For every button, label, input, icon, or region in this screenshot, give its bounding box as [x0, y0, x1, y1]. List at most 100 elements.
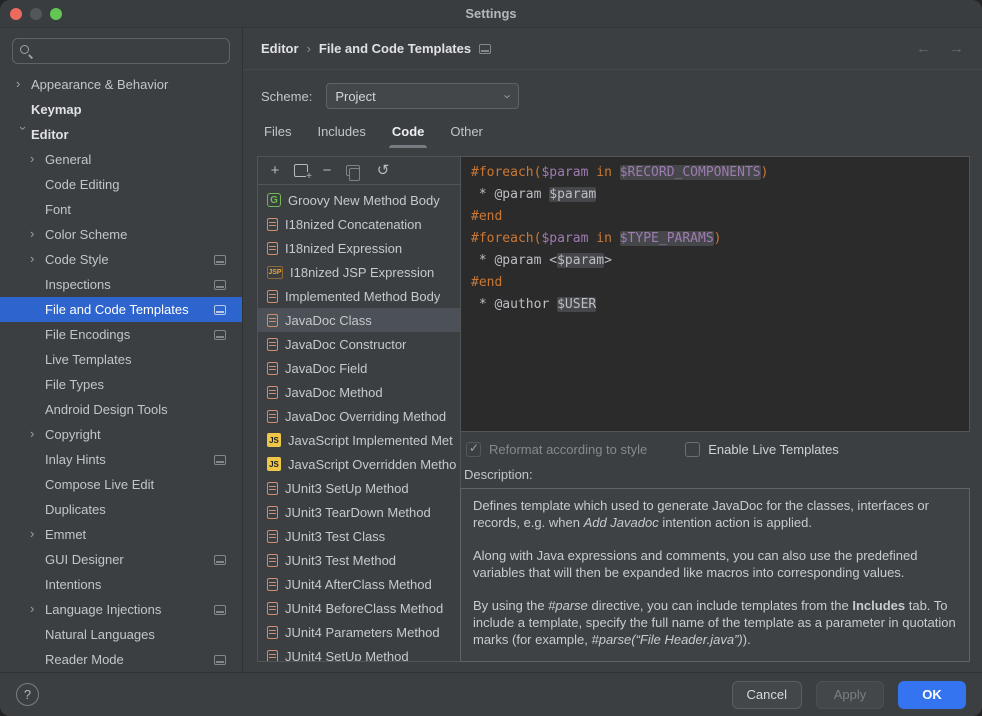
live-templates-checkbox[interactable] — [685, 442, 700, 457]
template-item-junit4-setup-method[interactable]: JUnit4 SetUp Method — [258, 644, 460, 661]
reformat-checkbox[interactable] — [466, 442, 481, 457]
template-file-icon — [267, 578, 278, 591]
sidebar-item-code-style[interactable]: ›Code Style — [0, 247, 242, 272]
search-field[interactable] — [12, 38, 230, 64]
chevron-right-icon[interactable]: › — [30, 426, 45, 441]
tab-other[interactable]: Other — [437, 118, 496, 148]
chevron-right-icon[interactable]: › — [30, 601, 45, 616]
live-templates-option[interactable]: Enable Live Templates — [685, 442, 839, 457]
titlebar[interactable]: Settings — [0, 0, 982, 28]
scheme-value: Project — [335, 89, 506, 104]
code-token: ) — [761, 165, 769, 180]
template-item-label: I18nized Concatenation — [285, 217, 422, 232]
cancel-button[interactable]: Cancel — [732, 681, 802, 709]
template-item-label: JUnit3 TearDown Method — [285, 505, 431, 520]
sidebar-item-android-design-tools[interactable]: ›Android Design Tools — [0, 397, 242, 422]
template-item-javadoc-constructor[interactable]: JavaDoc Constructor — [258, 332, 460, 356]
template-item-i18nized-jsp-expression[interactable]: JSPI18nized JSP Expression — [258, 260, 460, 284]
template-item-junit3-teardown-method[interactable]: JUnit3 TearDown Method — [258, 500, 460, 524]
scheme-dropdown[interactable]: Project › — [326, 83, 519, 109]
template-item-groovy-new-method-body[interactable]: GGroovy New Method Body — [258, 188, 460, 212]
template-item-junit4-parameters-method[interactable]: JUnit4 Parameters Method — [258, 620, 460, 644]
sidebar-item-inspections[interactable]: ›Inspections — [0, 272, 242, 297]
sidebar-item-gui-designer[interactable]: ›GUI Designer — [0, 547, 242, 572]
apply-button[interactable]: Apply — [816, 681, 884, 709]
code-token — [612, 165, 620, 180]
chevron-right-icon[interactable]: › — [30, 151, 45, 166]
forward-arrow-icon[interactable]: → — [949, 40, 964, 57]
sidebar-item-live-templates[interactable]: ›Live Templates — [0, 347, 242, 372]
groovy-file-icon: G — [267, 193, 281, 207]
sidebar-item-file-types[interactable]: ›File Types — [0, 372, 242, 397]
js-file-icon: JS — [267, 457, 281, 471]
ok-button[interactable]: OK — [898, 681, 966, 709]
close-button[interactable] — [10, 8, 22, 20]
sidebar-item-duplicates[interactable]: ›Duplicates — [0, 497, 242, 522]
dialog-body: ›Appearance & Behavior›Keymap›Editor›Gen… — [0, 28, 982, 672]
template-item-javadoc-class[interactable]: JavaDoc Class — [258, 308, 460, 332]
tab-includes[interactable]: Includes — [304, 118, 378, 148]
template-file-icon — [267, 386, 278, 399]
add-template-icon[interactable]: + — [268, 163, 282, 178]
template-item-javascript-implemented-met[interactable]: JSJavaScript Implemented Met — [258, 428, 460, 452]
sidebar-item-copyright[interactable]: ›Copyright — [0, 422, 242, 447]
sidebar-item-natural-languages[interactable]: ›Natural Languages — [0, 622, 242, 647]
reformat-label: Reformat according to style — [489, 442, 647, 457]
sidebar-item-compose-live-edit[interactable]: ›Compose Live Edit — [0, 472, 242, 497]
sidebar-item-inlay-hints[interactable]: ›Inlay Hints — [0, 447, 242, 472]
template-item-javadoc-method[interactable]: JavaDoc Method — [258, 380, 460, 404]
sidebar-item-code-editing[interactable]: ›Code Editing — [0, 172, 242, 197]
code-token: > — [604, 253, 612, 268]
template-item-i18nized-expression[interactable]: I18nized Expression — [258, 236, 460, 260]
chevron-right-icon[interactable]: › — [30, 526, 45, 541]
breadcrumb-editor[interactable]: Editor — [261, 41, 299, 56]
screen-scope-icon — [214, 280, 226, 290]
sidebar-item-language-injections[interactable]: ›Language Injections — [0, 597, 242, 622]
reformat-option[interactable]: Reformat according to style — [466, 442, 647, 457]
template-item-junit3-test-class[interactable]: JUnit3 Test Class — [258, 524, 460, 548]
template-editor-pane: #foreach($param in $RECORD_COMPONENTS) *… — [460, 156, 970, 662]
chevron-right-icon[interactable]: › — [30, 226, 45, 241]
sidebar-item-font[interactable]: ›Font — [0, 197, 242, 222]
sidebar-item-emmet[interactable]: ›Emmet — [0, 522, 242, 547]
code-line: #end — [471, 206, 959, 228]
template-item-label: I18nized JSP Expression — [290, 265, 434, 280]
tab-code[interactable]: Code — [379, 118, 438, 148]
template-item-label: JUnit4 SetUp Method — [285, 649, 409, 662]
chevron-down-icon[interactable]: › — [16, 126, 31, 141]
code-token — [612, 231, 620, 246]
template-item-javascript-overridden-metho[interactable]: JSJavaScript Overridden Metho — [258, 452, 460, 476]
sidebar-item-keymap[interactable]: ›Keymap — [0, 97, 242, 122]
template-item-junit3-test-method[interactable]: JUnit3 Test Method — [258, 548, 460, 572]
sidebar-item-reader-mode[interactable]: ›Reader Mode — [0, 647, 242, 672]
template-item-implemented-method-body[interactable]: Implemented Method Body — [258, 284, 460, 308]
chevron-right-icon[interactable]: › — [30, 251, 45, 266]
sidebar-item-appearance-behavior[interactable]: ›Appearance & Behavior — [0, 72, 242, 97]
tab-files[interactable]: Files — [251, 118, 304, 148]
reset-to-default-icon[interactable]: ↺ — [376, 163, 390, 178]
template-item-junit4-beforeclass-method[interactable]: JUnit4 BeforeClass Method — [258, 596, 460, 620]
sidebar-item-file-and-code-templates[interactable]: ›File and Code Templates — [0, 297, 242, 322]
template-code-editor[interactable]: #foreach($param in $RECORD_COMPONENTS) *… — [460, 156, 970, 432]
help-button[interactable]: ? — [16, 683, 39, 706]
sidebar-item-general[interactable]: ›General — [0, 147, 242, 172]
settings-search-input[interactable] — [38, 43, 223, 60]
scheme-row: Scheme: Project › — [243, 70, 982, 110]
zoom-button[interactable] — [50, 8, 62, 20]
template-item-junit4-afterclass-method[interactable]: JUnit4 AfterClass Method — [258, 572, 460, 596]
sidebar-item-file-encodings[interactable]: ›File Encodings — [0, 322, 242, 347]
sidebar-item-color-scheme[interactable]: ›Color Scheme — [0, 222, 242, 247]
template-item-label: JUnit3 Test Class — [285, 529, 385, 544]
create-child-template-icon[interactable] — [294, 164, 308, 177]
duplicate-template-icon[interactable] — [346, 165, 360, 176]
template-item-javadoc-overriding-method[interactable]: JavaDoc Overriding Method — [258, 404, 460, 428]
template-item-i18nized-concatenation[interactable]: I18nized Concatenation — [258, 212, 460, 236]
remove-template-icon[interactable]: − — [320, 163, 334, 178]
code-token: $param — [549, 187, 596, 202]
chevron-right-icon[interactable]: › — [16, 76, 31, 91]
sidebar-item-intentions[interactable]: ›Intentions — [0, 572, 242, 597]
template-item-junit3-setup-method[interactable]: JUnit3 SetUp Method — [258, 476, 460, 500]
back-arrow-icon[interactable]: ← — [916, 40, 931, 57]
sidebar-item-editor[interactable]: ›Editor — [0, 122, 242, 147]
template-item-javadoc-field[interactable]: JavaDoc Field — [258, 356, 460, 380]
